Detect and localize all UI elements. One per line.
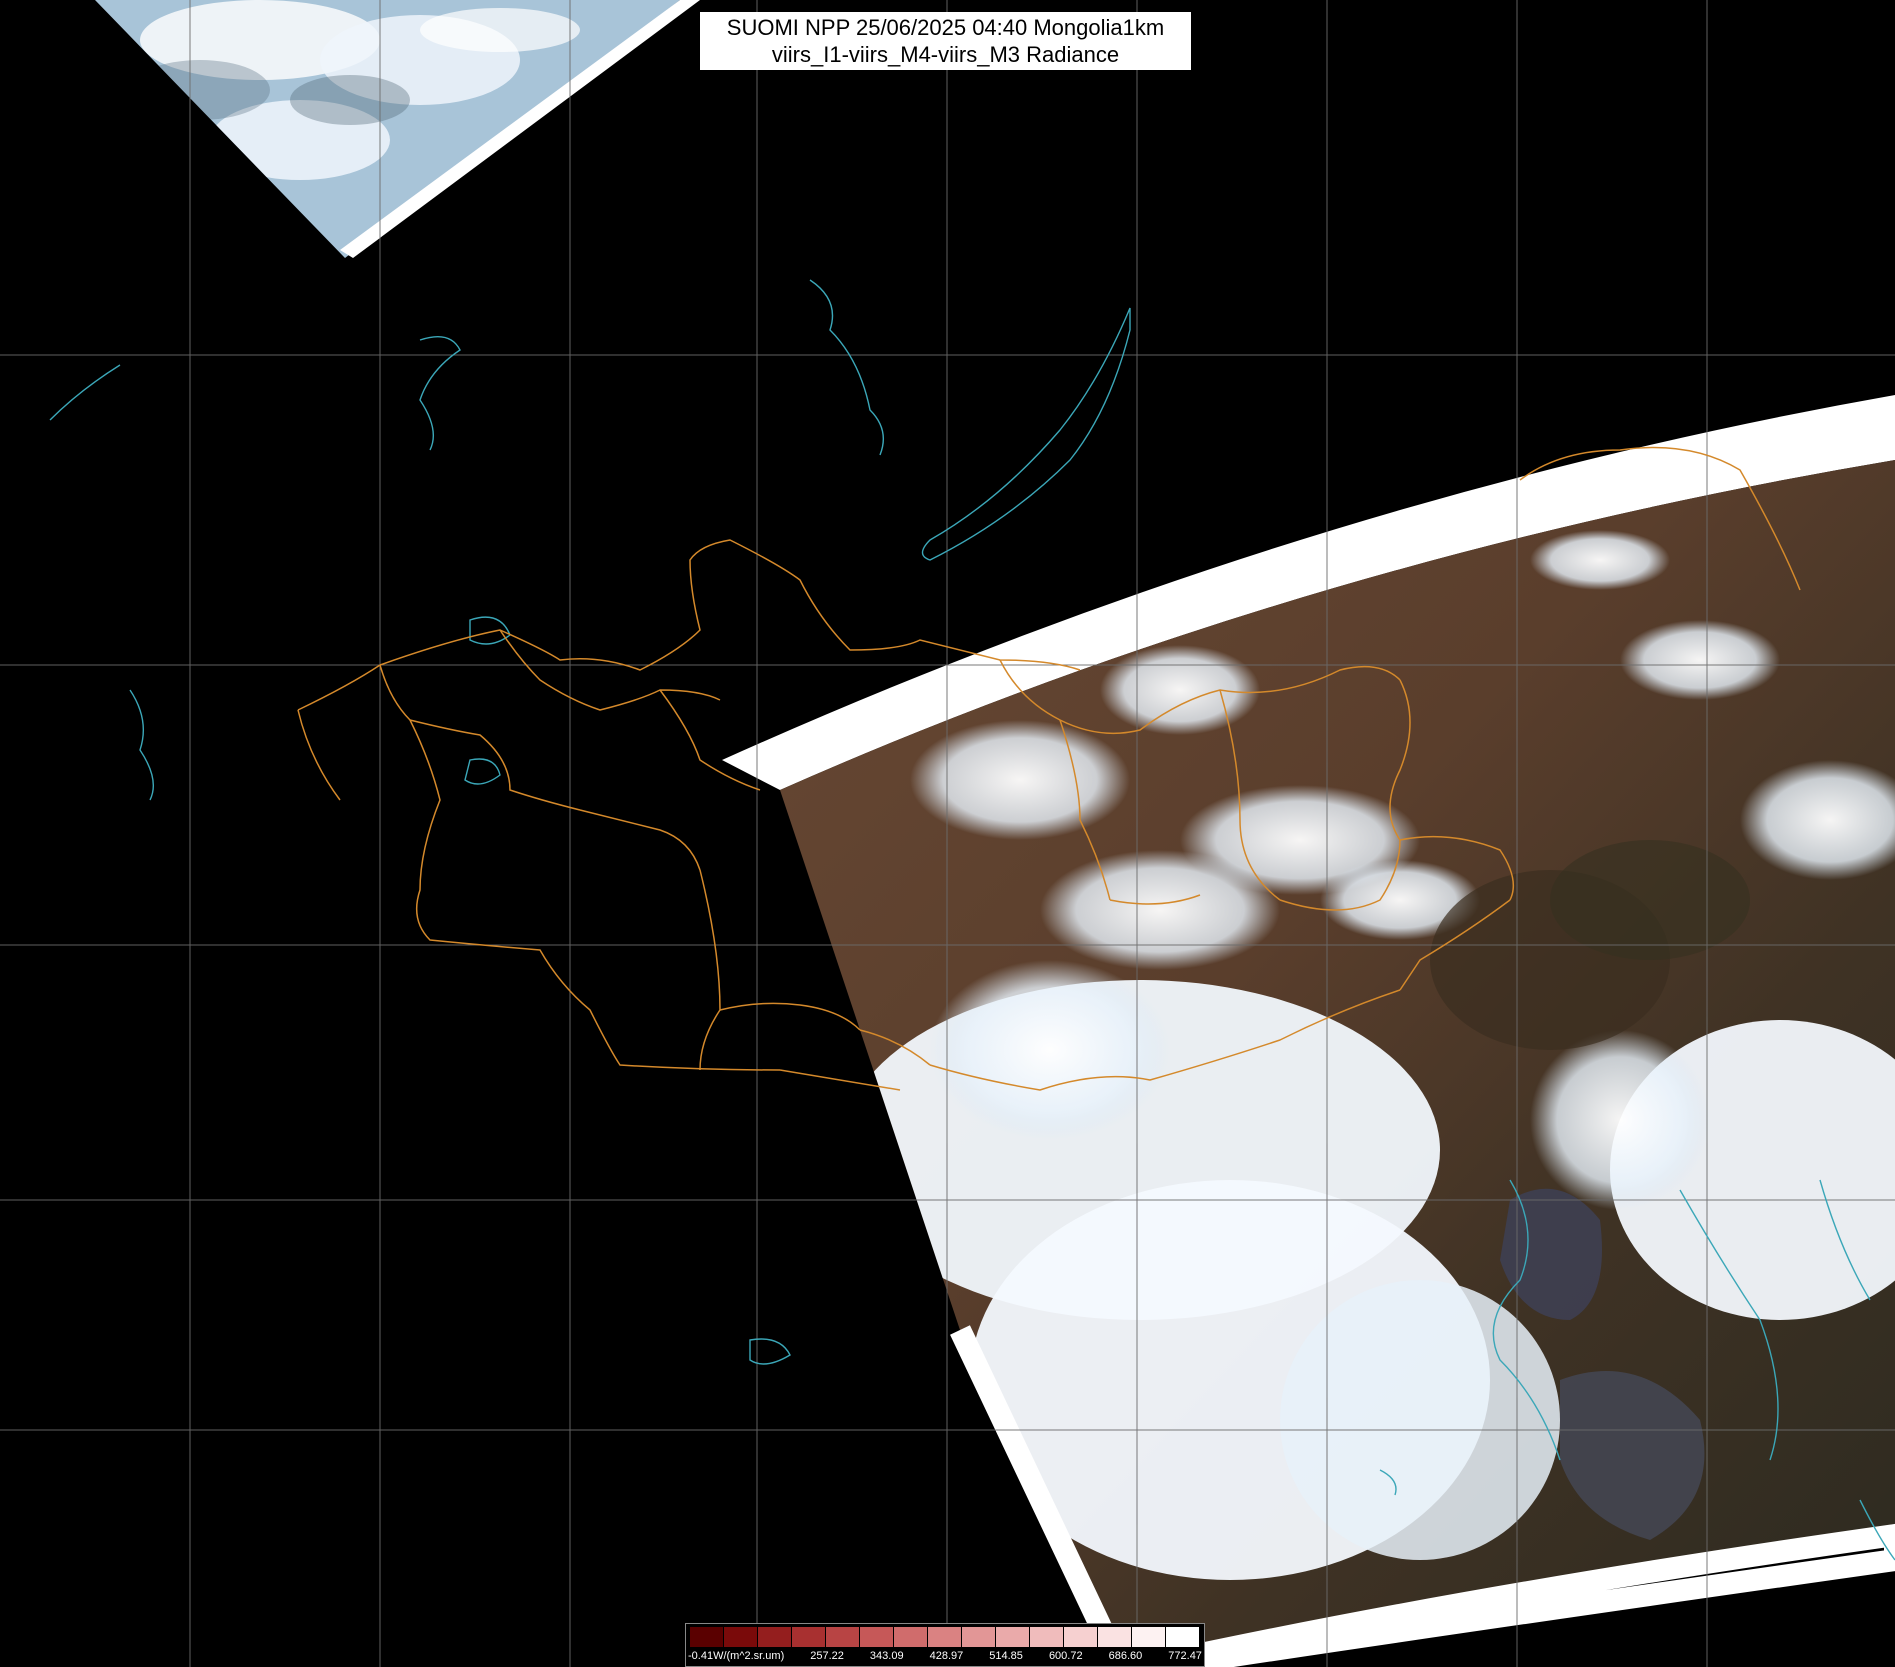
colorbar-labels: -0.41W/(m^2.sr.um) 257.22 343.09 428.97 … [688,1648,1202,1664]
radiance-colorbar: -0.41W/(m^2.sr.um) 257.22 343.09 428.97 … [685,1623,1205,1667]
colorbar-swatch [962,1627,996,1647]
colorbar-swatch [1132,1627,1166,1647]
colorbar-swatch [724,1627,758,1647]
colorbar-label: 257.22 [810,1650,844,1662]
colorbar-label: -0.41W/(m^2.sr.um) [688,1650,785,1662]
colorbar-swatch [690,1627,724,1647]
colorbar-ramp [690,1627,1200,1647]
satellite-imagery [0,0,1895,1667]
colorbar-swatch [826,1627,860,1647]
satellite-image-viewer: SUOMI NPP 25/06/2025 04:40 Mongolia1km v… [0,0,1895,1667]
colorbar-swatch [758,1627,792,1647]
colorbar-label: 428.97 [929,1650,964,1662]
colorbar-swatch [928,1627,962,1647]
colorbar-label: 600.72 [1048,1650,1083,1662]
colorbar-swatch [1064,1627,1098,1647]
colorbar-label: 343.09 [869,1650,904,1662]
colorbar-swatch [894,1627,928,1647]
image-title: SUOMI NPP 25/06/2025 04:40 Mongolia1km v… [700,12,1191,70]
colorbar-swatch [1166,1627,1200,1647]
title-line-1: SUOMI NPP 25/06/2025 04:40 Mongolia1km [726,15,1165,40]
title-line-2: viirs_I1-viirs_M4-viirs_M3 Radiance [771,42,1120,67]
colorbar-swatch [1030,1627,1064,1647]
colorbar-swatch [1098,1627,1132,1647]
top-left-swath [95,0,680,258]
colorbar-label: 686.60 [1108,1650,1143,1662]
colorbar-label: 514.85 [989,1650,1023,1662]
colorbar-swatch [996,1627,1030,1647]
colorbar-swatch [860,1627,894,1647]
colorbar-label: 772.47 [1168,1650,1202,1662]
colorbar-swatch [792,1627,826,1647]
